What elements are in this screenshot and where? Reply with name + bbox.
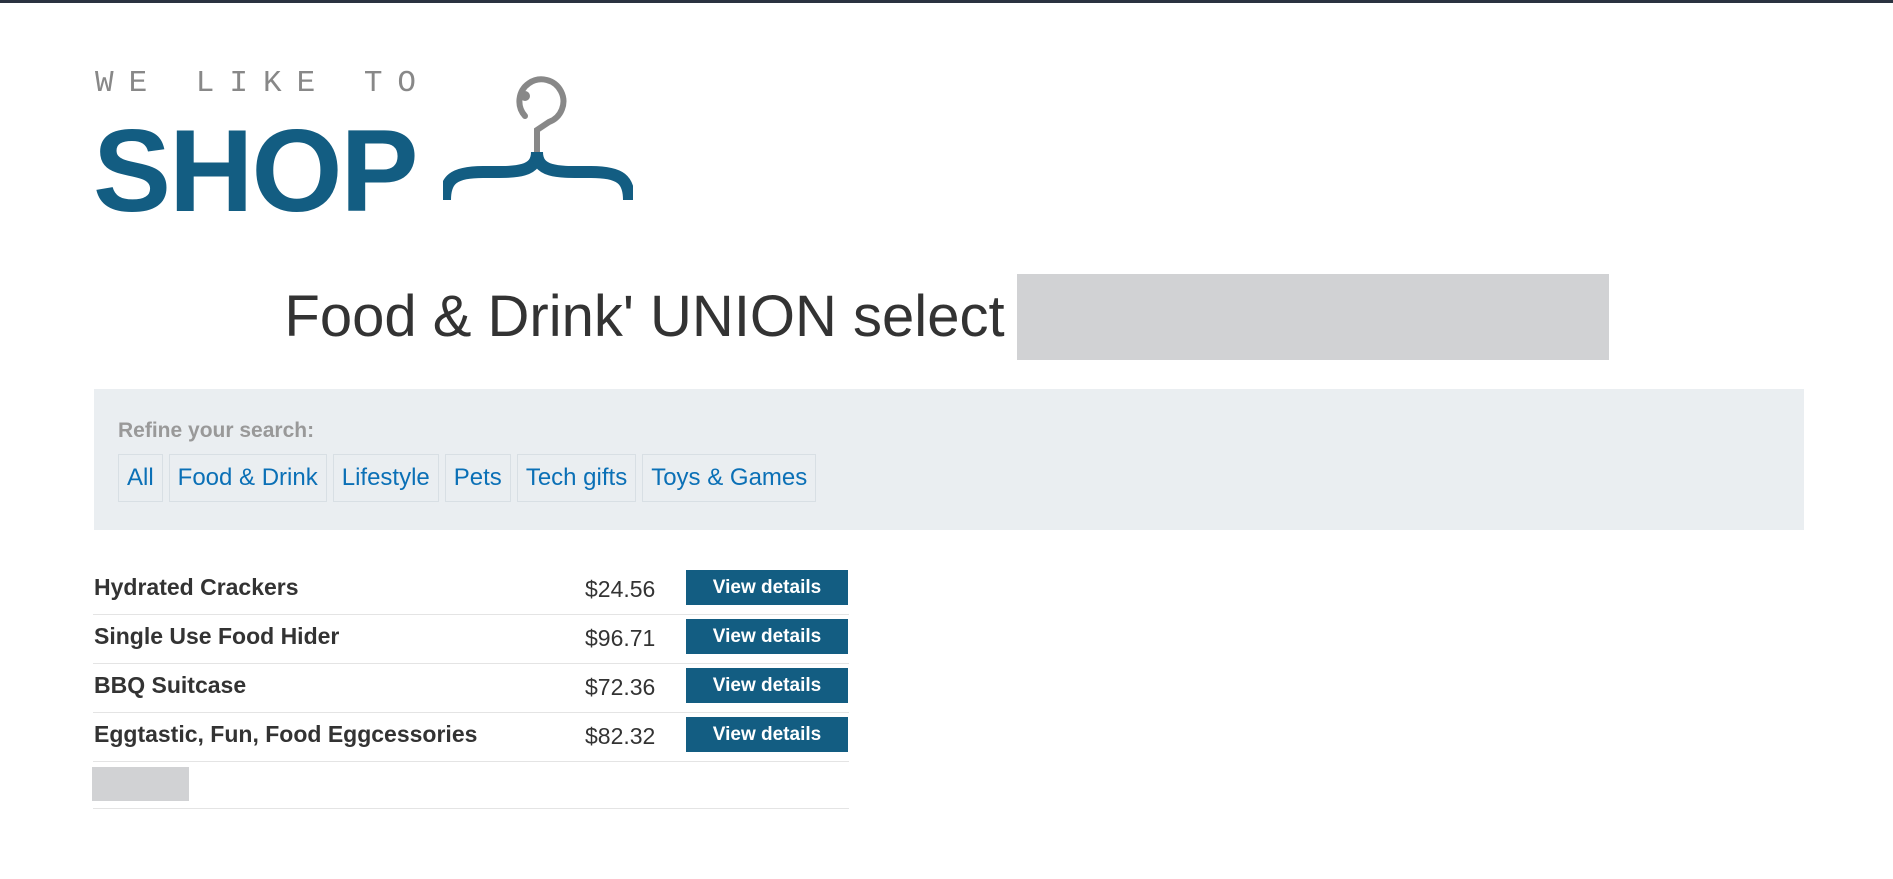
table-row: Eggtastic, Fun, Food Eggcessories $82.32… <box>93 713 849 762</box>
redacted-cell <box>92 767 189 801</box>
redacted-heading-block <box>1016 274 1609 360</box>
filters-panel: Refine your search: All Food & Drink Lif… <box>94 389 1804 530</box>
top-border <box>0 0 1893 3</box>
view-details-button[interactable]: View details <box>686 717 848 752</box>
table-row: Hydrated Crackers $24.56 View details <box>93 566 849 615</box>
filters-label: Refine your search: <box>118 419 315 442</box>
product-name: Eggtastic, Fun, Food Eggcessories <box>94 721 478 747</box>
logo-wordmark: SHOP <box>93 105 419 236</box>
filter-link-lifestyle[interactable]: Lifestyle <box>332 454 439 502</box>
product-price: $82.32 <box>585 723 656 749</box>
view-details-button[interactable]: View details <box>686 619 848 654</box>
product-price: $72.36 <box>585 674 656 700</box>
filter-link-pets[interactable]: Pets <box>444 454 511 502</box>
product-name: Single Use Food Hider <box>94 623 340 649</box>
product-price: $24.56 <box>585 576 656 602</box>
view-details-button[interactable]: View details <box>686 570 848 605</box>
filter-list: All Food & Drink Lifestyle Pets Tech gif… <box>118 454 817 502</box>
table-row: BBQ Suitcase $72.36 View details <box>93 664 849 713</box>
hanger-icon <box>443 76 633 201</box>
logo-tagline: WE LIKE TO <box>95 66 432 101</box>
filter-link-food-drink[interactable]: Food & Drink <box>168 454 327 502</box>
product-name: Hydrated Crackers <box>94 574 299 600</box>
view-details-button[interactable]: View details <box>686 668 848 703</box>
product-name: BBQ Suitcase <box>94 672 247 698</box>
filter-link-all[interactable]: All <box>118 454 163 502</box>
search-results-heading: Food & Drink' UNION select <box>0 274 1893 360</box>
site-logo[interactable]: WE LIKE TO SHOP <box>93 66 633 236</box>
table-row-redacted <box>92 762 849 809</box>
product-price: $96.71 <box>585 625 656 651</box>
filter-link-tech-gifts[interactable]: Tech gifts <box>516 454 637 502</box>
filter-link-toys-games[interactable]: Toys & Games <box>642 454 817 502</box>
table-row: Single Use Food Hider $96.71 View detail… <box>93 615 849 664</box>
page-title: Food & Drink' UNION select <box>284 284 1005 349</box>
product-table: Hydrated Crackers $24.56 View details Si… <box>92 566 849 809</box>
